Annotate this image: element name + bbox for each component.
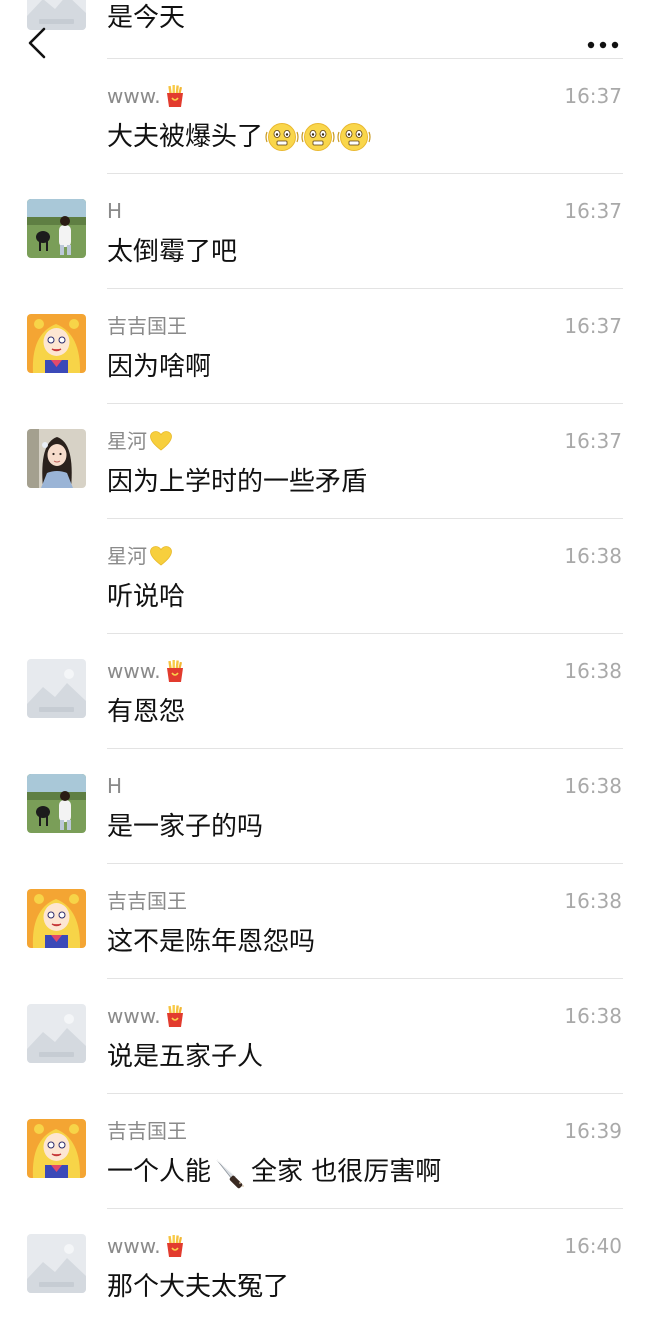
shaking-face-emoji-icon	[265, 120, 299, 154]
message-text-content: 因为上学时的一些矛盾	[107, 467, 368, 497]
chat-message: 吉吉国王 16:37 因为啥啊	[0, 289, 650, 404]
message-text-content: 这不是陈年恩怨吗	[107, 927, 316, 957]
knife-emoji-icon	[213, 1154, 249, 1190]
message-text[interactable]: 这不是陈年恩怨吗	[107, 922, 315, 962]
sender-name-text: www.	[107, 659, 161, 683]
chat-message: www. 16:38 说是五家子人	[0, 979, 650, 1094]
timestamp: 16:37	[564, 199, 622, 223]
sender-name[interactable]: H	[107, 771, 122, 801]
sender-name-text: 星河	[107, 429, 147, 453]
sender-name-text: 吉吉国王	[107, 1119, 187, 1143]
message-text-content: 一个人能	[107, 1157, 212, 1187]
yellow-heart-emoji-icon	[149, 544, 173, 568]
fries-emoji-icon	[163, 84, 187, 108]
avatar[interactable]	[27, 314, 86, 373]
chat-message: H 16:37 太倒霉了吧	[0, 174, 650, 289]
avatar[interactable]	[27, 429, 86, 488]
sender-name-text: 吉吉国王	[107, 314, 187, 338]
timestamp: 16:39	[564, 1119, 622, 1143]
timestamp: 16:37	[564, 84, 622, 108]
avatar[interactable]	[27, 1119, 86, 1178]
more-horizontal-icon[interactable]	[586, 36, 620, 49]
sender-name[interactable]: www.	[107, 656, 187, 686]
sender-name-text: www.	[107, 1004, 161, 1028]
chat-message: www. 16:37 大夫被爆头了	[0, 59, 650, 174]
chat-message: 星河 16:37 因为上学时的一些矛盾	[0, 404, 650, 519]
top-bar: 是今天	[0, 0, 650, 60]
sender-name[interactable]: H	[107, 196, 122, 226]
message-text-content: 说是五家子人	[107, 1042, 264, 1072]
chat-message: 吉吉国王 16:39 一个人能 全家 也很厉害啊	[0, 1094, 650, 1209]
message-text-content: 太倒霉了吧	[107, 237, 238, 267]
sender-name[interactable]: www.	[107, 81, 187, 111]
sender-name-text: H	[107, 774, 123, 798]
message-text-content: 那个大夫太冤了	[107, 1272, 290, 1302]
sender-name[interactable]: www.	[107, 1231, 187, 1261]
message-text[interactable]: 因为上学时的一些矛盾	[107, 462, 367, 502]
timestamp: 16:38	[564, 889, 622, 913]
message-text[interactable]: 是一家子的吗	[107, 807, 263, 847]
avatar[interactable]	[27, 659, 86, 718]
yellow-heart-emoji-icon	[149, 429, 173, 453]
timestamp: 16:38	[564, 1004, 622, 1028]
chat-message: 吉吉国王 16:38 这不是陈年恩怨吗	[0, 864, 650, 979]
message-text[interactable]: 说是五家子人	[107, 1037, 263, 1077]
timestamp: 16:37	[564, 314, 622, 338]
message-text-content: 有恩怨	[107, 697, 186, 727]
fries-emoji-icon	[163, 659, 187, 683]
avatar[interactable]	[27, 1234, 86, 1293]
message-text[interactable]: 听说哈	[107, 577, 185, 617]
sender-name-text: 星河	[107, 544, 147, 568]
message-text-content: 大夫被爆头了	[107, 122, 264, 152]
sender-name-text: www.	[107, 1234, 161, 1258]
chat-message: H 16:38 是一家子的吗	[0, 749, 650, 864]
message-text-content: 因为啥啊	[107, 352, 212, 382]
sender-name-text: H	[107, 199, 123, 223]
avatar[interactable]	[27, 1004, 86, 1063]
message-text[interactable]: 太倒霉了吧	[107, 232, 237, 272]
sender-name-text: www.	[107, 84, 161, 108]
sender-name[interactable]: 吉吉国王	[107, 886, 187, 916]
message-text-content: 全家 也很厉害啊	[251, 1157, 442, 1187]
avatar[interactable]	[27, 889, 86, 948]
avatar[interactable]	[27, 199, 86, 258]
sender-name[interactable]: 星河	[107, 426, 173, 456]
timestamp: 16:37	[564, 429, 622, 453]
timestamp: 16:38	[564, 659, 622, 683]
message-text[interactable]: 那个大夫太冤了	[107, 1267, 289, 1307]
sender-name[interactable]: 吉吉国王	[107, 1116, 187, 1146]
sender-name[interactable]: 吉吉国王	[107, 311, 187, 341]
message-text-content: 是一家子的吗	[107, 812, 264, 842]
timestamp: 16:40	[564, 1234, 622, 1258]
sender-name[interactable]: www.	[107, 1001, 187, 1031]
fries-emoji-icon	[163, 1234, 187, 1258]
message-text[interactable]: 因为啥啊	[107, 347, 211, 387]
message-text: 是今天	[107, 3, 186, 33]
chevron-left-icon[interactable]	[26, 26, 50, 60]
message-text[interactable]: 有恩怨	[107, 692, 185, 732]
avatar[interactable]	[27, 774, 86, 833]
message-text[interactable]: 一个人能 全家 也很厉害啊	[107, 1152, 441, 1192]
timestamp: 16:38	[564, 774, 622, 798]
sender-name-text: 吉吉国王	[107, 889, 187, 913]
fries-emoji-icon	[163, 1004, 187, 1028]
shaking-face-emoji-icon	[337, 120, 371, 154]
sender-name[interactable]: 星河	[107, 541, 173, 571]
message-text[interactable]: 大夫被爆头了	[107, 117, 371, 157]
message-text-content: 听说哈	[107, 582, 186, 612]
chat-message: www. 16:38 有恩怨	[0, 634, 650, 749]
timestamp: 16:38	[564, 544, 622, 568]
shaking-face-emoji-icon	[301, 120, 335, 154]
chat-message: 星河 16:38 听说哈	[0, 519, 650, 634]
